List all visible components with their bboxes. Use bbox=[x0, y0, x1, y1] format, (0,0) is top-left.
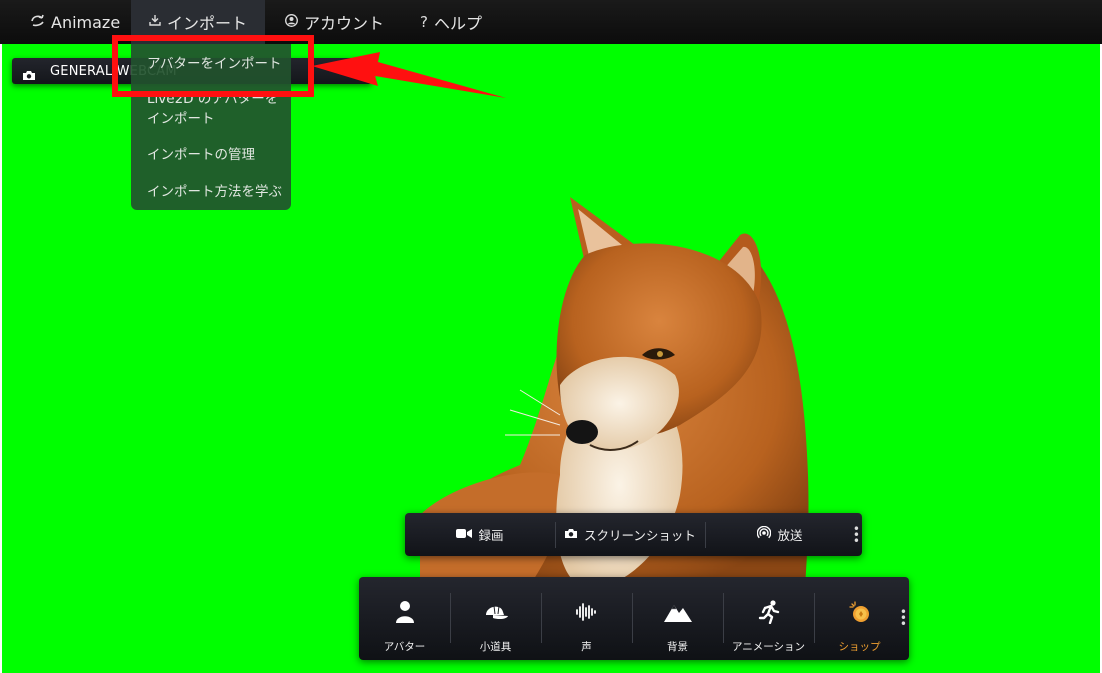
menu-help[interactable]: ? ヘルプ bbox=[420, 0, 482, 44]
menu-animaze-label: Animaze bbox=[51, 12, 121, 32]
camera-icon bbox=[564, 527, 578, 542]
soundwave-icon bbox=[575, 599, 599, 625]
screenshot-button[interactable]: スクリーンショット bbox=[555, 513, 705, 556]
menu-help-label: ヘルプ bbox=[433, 14, 482, 33]
capture-bar: 録画 スクリーンショット 放送 • • • bbox=[405, 513, 862, 556]
menu-animaze[interactable]: Animaze bbox=[30, 0, 120, 44]
broadcast-icon bbox=[757, 525, 772, 543]
background-tool-button[interactable]: 背景 bbox=[632, 577, 723, 660]
help-icon: ? bbox=[420, 13, 428, 31]
menu-account[interactable]: アカウント bbox=[285, 0, 384, 44]
voice-tool-button[interactable]: 声 bbox=[541, 577, 632, 660]
camera-icon bbox=[22, 66, 36, 80]
broadcast-button[interactable]: 放送 bbox=[705, 513, 855, 556]
menu-import-label: インポート bbox=[166, 14, 247, 33]
video-camera-icon bbox=[456, 527, 473, 542]
shop-tool-button[interactable]: ショップ bbox=[814, 577, 905, 660]
import-avatar-item[interactable]: アバターをインポート bbox=[147, 54, 281, 74]
menu-import[interactable]: インポート bbox=[131, 0, 265, 44]
manage-imports-item[interactable]: インポートの管理 bbox=[147, 145, 255, 165]
screenshot-label: スクリーンショット bbox=[584, 528, 696, 543]
record-button[interactable]: 録画 bbox=[405, 513, 555, 556]
learn-import-item[interactable]: インポート方法を学ぶ bbox=[147, 182, 282, 202]
props-tool-button[interactable]: 小道具 bbox=[450, 577, 541, 660]
shop-tool-label: ショップ bbox=[838, 641, 881, 653]
account-icon bbox=[285, 13, 298, 31]
import-dropdown: アバターをインポート Live2D のアバターをインポート インポートの管理 イ… bbox=[131, 44, 291, 210]
voice-tool-label: 声 bbox=[581, 641, 592, 653]
menu-bar: Animaze インポート アカウント ? ヘルプ bbox=[0, 0, 1102, 44]
mountain-icon bbox=[663, 599, 693, 625]
running-icon bbox=[757, 599, 781, 625]
animation-tool-label: アニメーション bbox=[731, 641, 806, 653]
menu-account-label: アカウント bbox=[304, 14, 385, 33]
animation-tool-button[interactable]: アニメーション bbox=[723, 577, 814, 660]
props-tool-label: 小道具 bbox=[479, 641, 512, 653]
record-label: 録画 bbox=[478, 528, 504, 543]
animaze-logo-icon bbox=[30, 14, 45, 31]
more-options-icon[interactable]: ••• bbox=[900, 606, 907, 630]
main-toolbar: アバター 小道具 声 背景 アニメーション ショップ • • • bbox=[359, 577, 909, 660]
more-options-icon[interactable]: ••• bbox=[853, 523, 860, 547]
annotation-arrow bbox=[312, 52, 506, 98]
import-icon bbox=[149, 14, 161, 30]
cap-icon bbox=[483, 599, 509, 625]
background-tool-label: 背景 bbox=[667, 641, 688, 653]
avatar-tool-label: アバター bbox=[383, 641, 426, 653]
coin-icon bbox=[848, 599, 872, 625]
import-live2d-item[interactable]: Live2D のアバターをインポート bbox=[147, 89, 289, 131]
avatar-tool-button[interactable]: アバター bbox=[359, 577, 450, 660]
person-icon bbox=[395, 599, 415, 625]
broadcast-label: 放送 bbox=[777, 528, 803, 543]
